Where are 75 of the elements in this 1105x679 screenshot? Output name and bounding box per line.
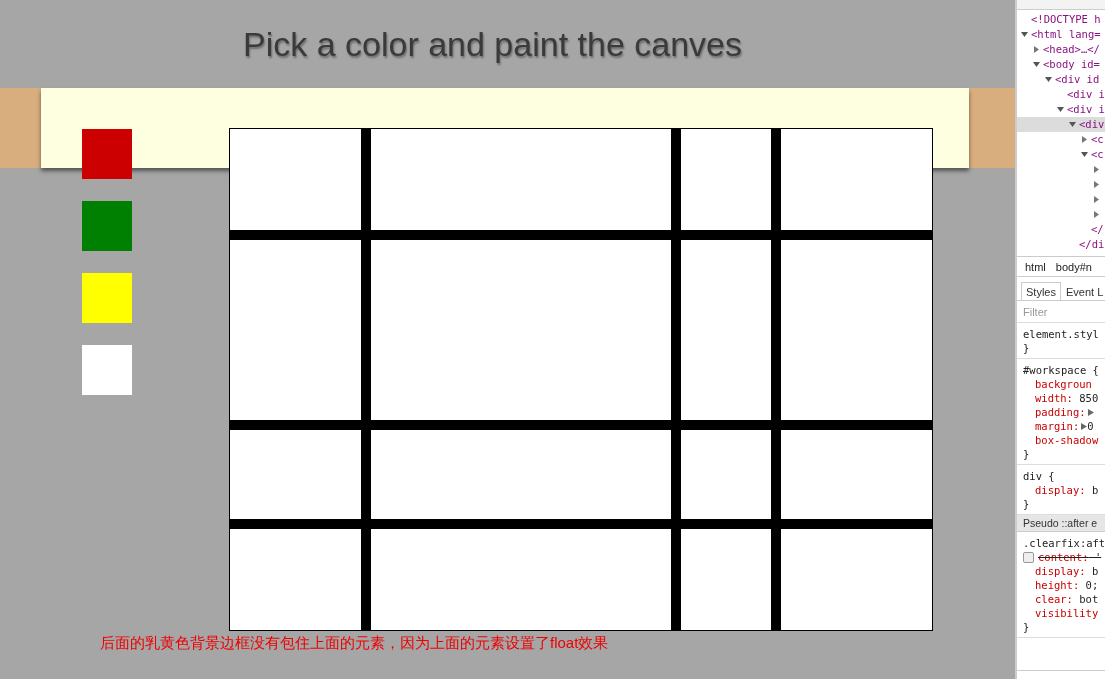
- expand-triangle-icon[interactable]: [1087, 408, 1094, 416]
- expanded-triangle-icon[interactable]: [1045, 76, 1052, 83]
- closing-brace: }: [1023, 447, 1030, 461]
- dom-node[interactable]: <html lang=: [1031, 27, 1101, 42]
- color-swatch[interactable]: [82, 273, 132, 323]
- collapsed-triangle-icon[interactable]: [1033, 46, 1040, 53]
- panel-tab[interactable]: Event L: [1060, 282, 1105, 300]
- dom-node[interactable]: <c: [1091, 147, 1104, 162]
- breadcrumb[interactable]: html: [1025, 260, 1046, 273]
- dom-node[interactable]: <div id: [1055, 72, 1100, 87]
- css-property: padding:: [1035, 405, 1086, 419]
- panel-tab[interactable]: Styles: [1021, 282, 1061, 300]
- canvas-cell[interactable]: [371, 129, 671, 230]
- expanded-triangle-icon[interactable]: [1081, 151, 1088, 158]
- css-property: margin:: [1035, 419, 1080, 433]
- dom-node[interactable]: <div i: [1067, 87, 1105, 102]
- canvas-cell[interactable]: [230, 129, 361, 230]
- color-swatch[interactable]: [82, 201, 132, 251]
- css-property: clear: bot: [1035, 592, 1099, 606]
- css-selector: .clearfix:aft: [1023, 536, 1105, 550]
- canvas-cell[interactable]: [681, 240, 771, 420]
- tree-row[interactable]: <div: [1017, 117, 1105, 132]
- css-selector: div {: [1023, 469, 1055, 483]
- canvas-cell[interactable]: [371, 529, 671, 630]
- dom-node[interactable]: <body id=: [1043, 57, 1100, 72]
- property-checkbox[interactable]: [1023, 551, 1034, 563]
- breadcrumb[interactable]: body#n: [1055, 260, 1092, 273]
- css-property: display: b: [1035, 564, 1099, 578]
- canvas-cell[interactable]: [781, 430, 932, 519]
- closing-brace: }: [1023, 620, 1030, 634]
- collapsed-triangle-icon[interactable]: [1093, 166, 1100, 173]
- section-header: Pseudo ::after e: [1017, 515, 1105, 532]
- expanded-triangle-icon[interactable]: [1033, 61, 1040, 68]
- canvas-cell[interactable]: [781, 529, 932, 630]
- expanded-triangle-icon[interactable]: [1057, 106, 1064, 113]
- dom-node[interactable]: <div: [1079, 117, 1105, 132]
- closing-brace: }: [1023, 497, 1030, 511]
- css-property: display: b: [1035, 483, 1099, 497]
- css-selector: element.styl: [1023, 327, 1099, 341]
- collapsed-triangle-icon[interactable]: [1093, 196, 1100, 203]
- dom-node[interactable]: <!DOCTYPE h: [1031, 12, 1101, 27]
- note-text: 后面的乳黄色背景边框没有包住上面的元素，因为上面的元素设置了float效果: [100, 634, 609, 653]
- canvas-cell[interactable]: [681, 529, 771, 630]
- collapsed-triangle-icon[interactable]: [1093, 181, 1100, 188]
- closing-brace: }: [1023, 341, 1030, 355]
- css-property: content: ': [1038, 550, 1102, 564]
- expanded-triangle-icon[interactable]: [1069, 121, 1076, 128]
- dom-node[interactable]: <div i: [1067, 102, 1105, 117]
- color-swatch[interactable]: [82, 129, 132, 179]
- page-title: Pick a color and paint the canves: [242, 23, 743, 65]
- css-property: backgroun: [1035, 377, 1092, 391]
- expanded-triangle-icon[interactable]: [1021, 31, 1028, 38]
- color-swatch[interactable]: [82, 345, 132, 395]
- canvas-cell[interactable]: [371, 240, 671, 420]
- collapsed-triangle-icon[interactable]: [1081, 136, 1088, 143]
- dom-node[interactable]: <c: [1091, 132, 1104, 147]
- canvas-cell[interactable]: [781, 240, 932, 420]
- css-property: visibility: [1035, 606, 1099, 620]
- css-property: box-shadow: [1035, 433, 1099, 447]
- canvas-cell[interactable]: [230, 240, 361, 420]
- expand-triangle-icon[interactable]: [1081, 422, 1088, 430]
- canvas-cell[interactable]: [781, 129, 932, 230]
- canvas-cell[interactable]: [681, 129, 771, 230]
- collapsed-triangle-icon[interactable]: [1093, 211, 1100, 218]
- closing-tag[interactable]: </: [1091, 222, 1104, 237]
- css-value: 0: [1087, 419, 1094, 433]
- canvas-cell[interactable]: [230, 430, 361, 519]
- canvas-cell[interactable]: [681, 430, 771, 519]
- closing-tag[interactable]: </di: [1079, 237, 1105, 252]
- css-property: height: 0;: [1035, 578, 1099, 592]
- dom-node[interactable]: <head>…</: [1043, 42, 1100, 57]
- css-selector: #workspace {: [1023, 363, 1099, 377]
- canvas-cell[interactable]: [230, 529, 361, 630]
- canvas-cell[interactable]: [371, 430, 671, 519]
- css-property: width: 850: [1035, 391, 1099, 405]
